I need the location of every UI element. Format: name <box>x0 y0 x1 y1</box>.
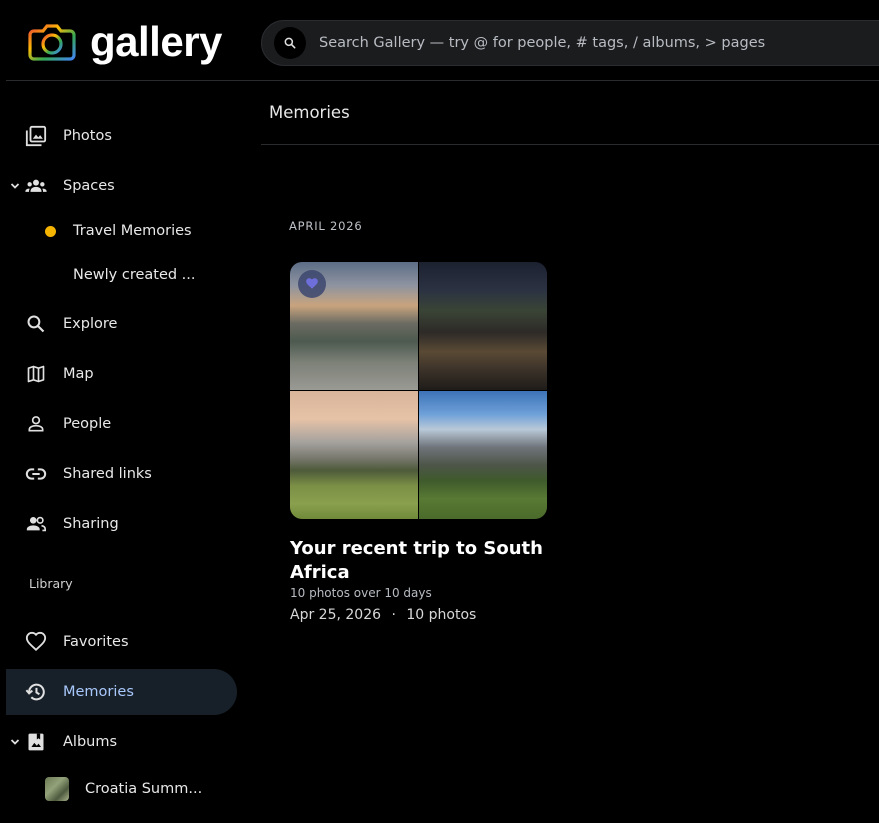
album-icon <box>25 731 47 753</box>
map-icon <box>25 363 47 385</box>
memory-photo <box>419 391 547 519</box>
app-name: gallery <box>90 18 222 65</box>
history-icon <box>25 681 47 703</box>
sidebar-item-label: Map <box>63 366 94 382</box>
sidebar-item-label: Newly created ... <box>73 267 196 283</box>
header-divider <box>6 80 879 81</box>
sidebar-item-label: Favorites <box>63 634 129 650</box>
sidebar-item-sharing[interactable]: Sharing <box>0 501 236 547</box>
sidebar-item-albums[interactable]: Albums <box>0 719 236 765</box>
memory-meta: Apr 25, 2026 · 10 photos <box>290 607 476 623</box>
sidebar-item-favorites[interactable]: Favorites <box>0 619 236 665</box>
memory-subtitle: 10 photos over 10 days <box>290 586 432 600</box>
sidebar-item-label: Shared links <box>63 466 152 482</box>
sidebar-item-croatia-album[interactable]: Croatia Summ... <box>0 769 236 809</box>
sidebar-item-label: Memories <box>63 684 134 700</box>
month-heading: APRIL 2026 <box>289 219 363 233</box>
chevron-down-icon[interactable] <box>9 736 21 748</box>
sidebar-item-memories[interactable]: Memories <box>6 669 237 715</box>
chevron-down-icon[interactable] <box>9 180 21 192</box>
sidebar-item-label: People <box>63 416 112 432</box>
search-icon <box>25 313 47 335</box>
memory-card-collage[interactable] <box>290 262 547 519</box>
link-icon <box>25 463 47 485</box>
person-icon <box>25 413 47 435</box>
memory-photo <box>290 391 418 519</box>
people-sharing-icon <box>25 513 47 535</box>
sidebar-item-travel-memories[interactable]: Travel Memories <box>0 211 236 251</box>
title-divider <box>261 144 879 145</box>
search-button[interactable] <box>274 27 306 59</box>
sidebar-item-newly-created[interactable]: Newly created ... <box>0 255 236 295</box>
space-badge-icon <box>298 270 326 298</box>
library-section-label: Library <box>29 576 73 591</box>
sidebar-item-photos[interactable]: Photos <box>0 113 236 159</box>
page-title: Memories <box>269 103 350 122</box>
groups-icon <box>25 175 47 197</box>
search-input[interactable]: Search Gallery — try @ for people, # tag… <box>319 35 765 51</box>
sidebar-item-map[interactable]: Map <box>0 351 236 397</box>
camera-logo-icon <box>28 24 76 61</box>
sidebar-item-label: Photos <box>63 128 112 144</box>
sidebar-item-people[interactable]: People <box>0 401 236 447</box>
sidebar-item-label: Sharing <box>63 516 119 532</box>
sidebar-item-spaces[interactable]: Spaces <box>0 163 236 209</box>
heart-icon <box>25 631 47 653</box>
memory-photo <box>419 262 547 390</box>
sidebar-item-label: Travel Memories <box>73 223 192 239</box>
search-bar[interactable]: Search Gallery — try @ for people, # tag… <box>261 20 879 66</box>
photos-icon <box>25 125 47 147</box>
app-logo[interactable]: gallery <box>28 20 222 64</box>
sidebar-item-label: Albums <box>63 734 118 750</box>
album-thumbnail <box>45 777 69 801</box>
search-icon <box>284 37 296 49</box>
meta-separator: · <box>391 607 396 623</box>
memory-title[interactable]: Your recent trip to South Africa <box>290 537 550 585</box>
sidebar-item-label: Croatia Summ... <box>85 781 203 797</box>
space-color-dot <box>45 225 56 237</box>
sidebar-item-shared-links[interactable]: Shared links <box>0 451 236 497</box>
sidebar-item-label: Explore <box>63 316 118 332</box>
memory-photo <box>290 262 418 390</box>
memory-date: Apr 25, 2026 <box>290 607 382 623</box>
sidebar-item-label: Spaces <box>63 178 115 194</box>
sidebar-item-explore[interactable]: Explore <box>0 301 236 347</box>
memory-photo-count: 10 photos <box>406 607 477 623</box>
